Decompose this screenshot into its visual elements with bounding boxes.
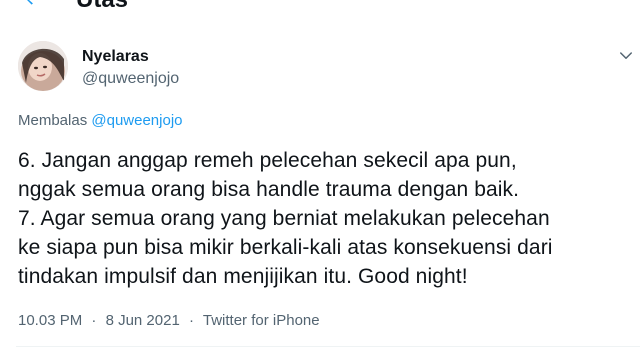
tweet-text: 6. Jangan anggap remeh pelecehan sekecil… <box>18 146 633 291</box>
tweet-date-link[interactable]: 8 Jun 2021 <box>106 312 180 329</box>
tweet-text-line: ke siapa pun bisa mikir berkali-kali ata… <box>18 236 553 259</box>
tweet-time-link[interactable]: 10.03 PM <box>18 312 82 329</box>
tweet: Nyelaras @quweenjojo Membalas @quweenjoj… <box>0 0 640 360</box>
reply-prefix: Membalas <box>18 112 88 129</box>
thread-page: Utas Nyelaras @quweenjojo Memb <box>0 0 640 360</box>
more-options-button[interactable] <box>612 44 640 72</box>
tweet-source-link[interactable]: Twitter for iPhone <box>203 312 320 329</box>
avatar[interactable] <box>18 41 68 91</box>
tweet-text-line: 7. Agar semua orang yang berniat melakuk… <box>18 207 550 230</box>
tweet-text-line: tindakan impulsif dan menjijikan itu. Go… <box>18 265 468 288</box>
tweet-text-line: nggak semua orang bisa handle trauma den… <box>18 178 520 201</box>
tweet-text-line: 6. Jangan anggap remeh pelecehan sekecil… <box>18 149 517 172</box>
meta-separator: · <box>188 312 194 329</box>
profile-avatar-image <box>18 41 68 91</box>
divider <box>16 346 640 347</box>
tweet-meta: 10.03 PM · 8 Jun 2021 · Twitter for iPho… <box>18 311 320 331</box>
reply-context: Membalas @quweenjojo <box>18 111 183 131</box>
meta-separator: · <box>91 312 97 329</box>
author-handle[interactable]: @quweenjojo <box>82 69 179 89</box>
reply-mention-link[interactable]: @quweenjojo <box>91 112 182 129</box>
chevron-down-icon <box>617 47 635 70</box>
author-name[interactable]: Nyelaras <box>82 47 149 67</box>
